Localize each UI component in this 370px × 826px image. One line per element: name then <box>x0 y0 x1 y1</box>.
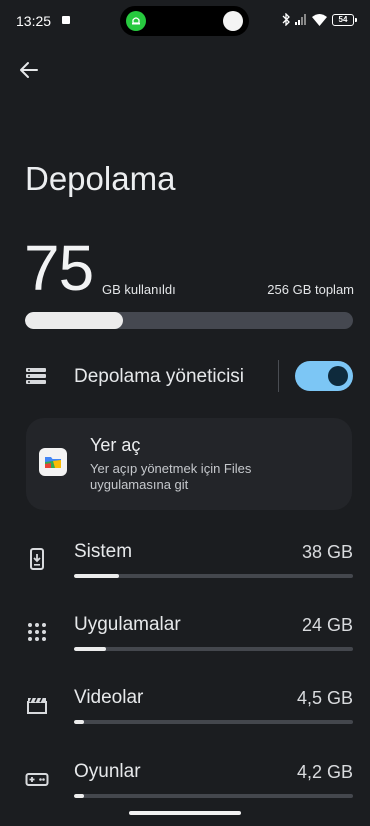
camera-cutout <box>120 6 249 36</box>
divider <box>278 360 279 392</box>
apps-grid-icon <box>28 623 46 641</box>
category-usage-fill <box>74 794 84 798</box>
storage-manager-label: Depolama yöneticisi <box>74 366 245 387</box>
category-videos[interactable]: Videolar 4,5 GB <box>0 683 370 743</box>
back-button[interactable] <box>16 57 42 83</box>
storage-list-icon <box>26 368 46 384</box>
category-size: 4,2 GB <box>296 762 353 782</box>
category-size: 38 GB <box>301 542 353 562</box>
category-name: Videolar <box>74 687 144 708</box>
category-usage-bar <box>74 647 353 651</box>
signal-icon <box>295 14 306 25</box>
battery-icon: 54 <box>332 13 357 26</box>
front-camera <box>223 11 243 31</box>
toggle-knob <box>328 366 348 386</box>
page-title: Depolama <box>25 160 176 197</box>
category-apps[interactable]: Uygulamalar 24 GB <box>0 610 370 670</box>
total-label: 256 GB toplam <box>267 282 354 297</box>
category-system[interactable]: Sistem 38 GB <box>0 537 370 597</box>
free-up-space-card[interactable]: Yer aç Yer açıp yönetmek için Files uygu… <box>26 418 352 510</box>
storage-usage-bar <box>25 312 353 329</box>
video-clapper-icon <box>27 697 47 714</box>
gamepad-icon <box>25 773 49 786</box>
category-name: Sistem <box>74 541 133 562</box>
bluetooth-icon <box>282 13 290 26</box>
category-name: Oyunlar <box>74 761 141 782</box>
free-up-description: Yer açıp yönetmek için Files uygulamasın… <box>90 461 252 492</box>
category-usage-fill <box>74 720 84 724</box>
storage-manager-row[interactable]: Depolama yöneticisi <box>0 352 370 400</box>
status-time: 13:25 <box>16 13 52 29</box>
category-usage-bar <box>74 574 353 578</box>
files-app-icon <box>39 448 67 476</box>
used-label: GB kullanıldı <box>102 282 176 297</box>
android-app-icon <box>126 11 146 31</box>
category-games[interactable]: Oyunlar 4,2 GB <box>0 757 370 817</box>
status-bar: 13:25 54 <box>0 0 370 40</box>
notification-square-icon <box>62 16 70 24</box>
category-size: 24 GB <box>301 615 353 635</box>
category-name: Uygulamalar <box>74 614 181 635</box>
storage-usage-fill <box>25 312 124 329</box>
wifi-icon <box>312 13 327 26</box>
arrow-left-icon <box>20 62 38 78</box>
home-indicator[interactable] <box>129 811 241 815</box>
free-up-title: Yer aç <box>90 435 141 455</box>
category-usage-fill <box>74 647 107 651</box>
category-usage-bar <box>74 720 353 724</box>
storage-manager-toggle[interactable] <box>295 361 353 391</box>
status-icons: 54 <box>282 13 357 26</box>
category-usage-fill <box>74 574 119 578</box>
used-value: 75 <box>24 232 94 304</box>
category-usage-bar <box>74 794 353 798</box>
system-phone-icon <box>30 548 44 570</box>
category-size: 4,5 GB <box>296 688 353 708</box>
